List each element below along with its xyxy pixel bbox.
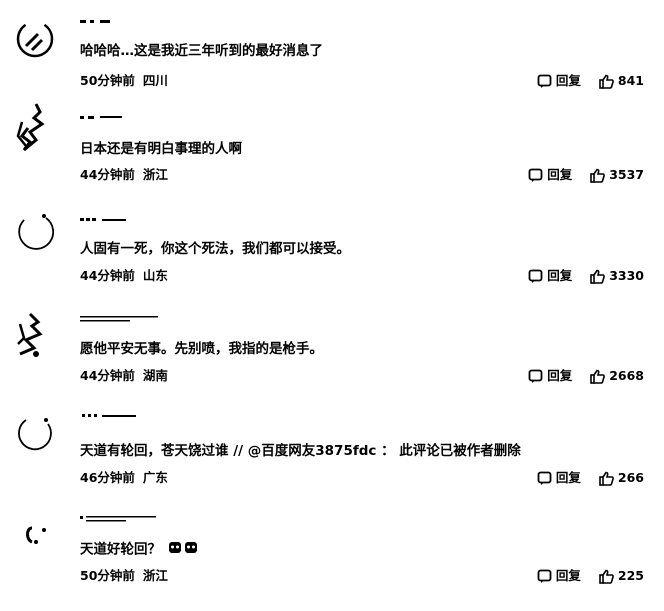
comment-item: 人固有一死，你这个死法，我们都可以接受。 44分钟前 山东 回复 3330 [0,212,664,312]
comment-text: 人固有一死，你这个死法，我们都可以接受。 [80,241,350,257]
comment-time: 44分钟前 [80,368,135,383]
reply-button[interactable]: 回复 [537,73,581,89]
thumbs-up-icon [590,369,606,384]
comment-actions: 回复 2668 [528,368,644,384]
like-count: 225 [617,568,644,583]
username-redacted[interactable] [80,314,170,324]
comment-bubble-icon [537,569,552,584]
comment-actions: 回复 841 [537,73,644,89]
comment-meta: 50分钟前 浙江 [80,568,168,584]
reply-button[interactable]: 回复 [537,568,581,584]
user-avatar-icon[interactable] [16,414,54,452]
like-button[interactable]: 2668 [590,368,644,384]
comment-meta: 44分钟前 山东 [80,268,168,284]
username-redacted[interactable] [80,412,170,422]
comment-time: 44分钟前 [80,268,135,283]
comment-actions: 回复 225 [537,568,644,584]
comment-bubble-icon [537,471,552,486]
comment-text: 天道好轮回？ [80,540,198,559]
username-redacted[interactable] [80,514,170,524]
like-count: 266 [617,470,644,485]
comment-time: 44分钟前 [80,167,135,182]
comment-location: 广东 [142,470,168,485]
user-avatar-icon[interactable] [16,524,54,548]
comment-item: 日本还是有明白事理的人啊 44分钟前 浙江 回复 3537 [0,103,664,212]
comment-time: 50分钟前 [80,568,135,583]
reply-label: 回复 [547,368,573,383]
comment-time: 50分钟前 [80,73,135,88]
comment-bubble-icon [537,74,552,89]
comment-item: 愿他平安无事。先别喷，我指的是枪手。 44分钟前 湖南 回复 2668 [0,312,664,412]
comment-text: 天道有轮回，苍天饶过谁 // @百度网友3875fdc ： 此评论已被作者删除 [80,443,521,459]
like-button[interactable]: 266 [599,470,644,486]
like-button[interactable]: 3330 [590,268,644,284]
comment-location: 山东 [142,268,168,283]
like-button[interactable]: 841 [599,73,644,89]
like-count: 3537 [609,167,644,182]
comment-meta: 44分钟前 湖南 [80,368,168,384]
thumbs-up-icon [590,168,606,183]
comment-item: 天道好轮回？ 50分钟前 浙江 回复 225 [0,510,664,610]
user-avatar-icon[interactable] [16,312,54,362]
reply-button[interactable]: 回复 [528,368,572,384]
like-button[interactable]: 3537 [590,167,644,183]
comment-actions: 回复 3330 [528,268,644,284]
username-redacted[interactable] [80,18,170,28]
comment-meta: 44分钟前 浙江 [80,167,168,183]
reply-label: 回复 [555,568,581,583]
thumbs-up-icon [599,471,614,486]
comment-bubble-icon [528,369,543,384]
username-redacted[interactable] [80,216,170,226]
comment-actions: 回复 3537 [528,167,644,183]
reply-button[interactable]: 回复 [537,470,581,486]
comment-text: 哈哈哈…这是我近三年听到的最好消息了 [80,43,323,59]
like-count: 841 [617,73,644,88]
like-count: 2668 [609,368,644,383]
comment-location: 浙江 [142,568,168,583]
comment-location: 浙江 [142,167,168,182]
user-avatar-icon[interactable] [16,102,54,162]
comment-bubble-icon [528,269,543,284]
comment-item: 天道有轮回，苍天饶过谁 // @百度网友3875fdc ： 此评论已被作者删除 … [0,410,664,510]
emoji-face-icon [168,540,182,559]
user-avatar-icon[interactable] [16,212,54,250]
comment-text: 愿他平安无事。先别喷，我指的是枪手。 [80,341,323,357]
reply-label: 回复 [555,470,581,485]
reply-button[interactable]: 回复 [528,167,572,183]
comment-meta: 50分钟前 四川 [80,73,168,89]
reply-button[interactable]: 回复 [528,268,572,284]
user-avatar-icon[interactable] [16,20,54,58]
comment-time: 46分钟前 [80,470,135,485]
thumbs-up-icon [599,74,614,89]
reply-label: 回复 [547,268,573,283]
reply-label: 回复 [555,73,581,88]
thumbs-up-icon [599,569,614,584]
thumbs-up-icon [590,269,606,284]
reply-label: 回复 [547,167,573,182]
username-redacted[interactable] [80,114,170,124]
comment-text-body: 天道好轮回？ [80,541,161,558]
comment-actions: 回复 266 [537,470,644,486]
comment-bubble-icon [528,168,543,183]
emoji-face-icon [184,540,198,559]
comment-location: 湖南 [142,368,168,383]
like-count: 3330 [609,268,644,283]
comment-text: 日本还是有明白事理的人啊 [80,141,242,157]
comment-meta: 46分钟前 广东 [80,470,168,486]
comment-location: 四川 [142,73,168,88]
comment-item: 哈哈哈…这是我近三年听到的最好消息了 50分钟前 四川 回复 841 [0,12,664,112]
like-button[interactable]: 225 [599,568,644,584]
